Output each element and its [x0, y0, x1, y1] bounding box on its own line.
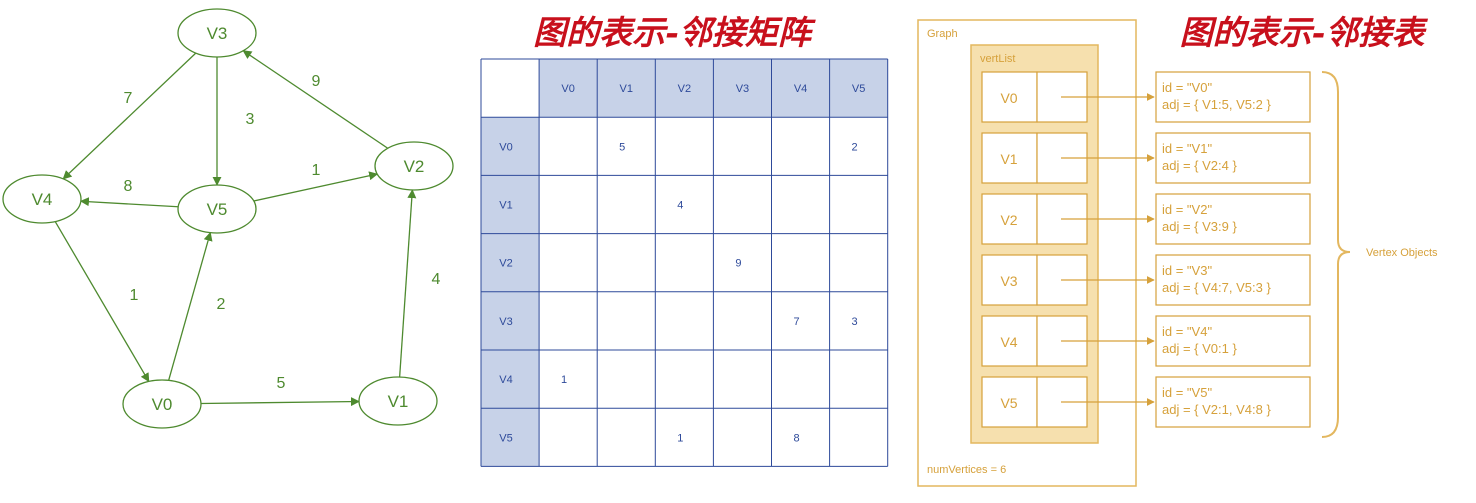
edge-v2-v3 [242, 50, 389, 149]
matrix-row-header-v1: V1 [499, 200, 512, 212]
vertlist-key-label: V5 [1000, 395, 1017, 411]
matrix-cell-r4-c0: 1 [561, 374, 567, 386]
vertex-objects-label: Vertex Objects [1366, 247, 1438, 259]
graph-node-v3: V3 [177, 8, 257, 58]
adjacency-matrix: V0 V0 V1 V1 V2 V2 V3 V3 V4 V4 V5 V5 5 2 4 9 7 3 1 1 8 [480, 58, 889, 467]
edge-v0-v1 [200, 397, 360, 407]
vertex-object-id: id = "V4" [1162, 324, 1212, 339]
edge-weight-v1-v2: 4 [432, 271, 441, 288]
matrix-col-header-v3: V3 [736, 83, 749, 95]
vertlist-key-label: V1 [1000, 151, 1017, 167]
edge-weight-v5-v4: 8 [124, 178, 133, 195]
vertex-object-id: id = "V1" [1162, 141, 1212, 156]
edge-weight-v4-v0: 1 [130, 287, 139, 304]
node-label: V2 [404, 157, 425, 176]
matrix-row-header-v0: V0 [499, 141, 512, 153]
graph-representation-diagram: 524973118 V0 V1V2V3V4V5 图的表示-邻接矩阵 V0V0V1V… [2, 8, 1438, 487]
num-vertices-label: numVertices = 6 [927, 464, 1006, 476]
matrix-cell-r5-c4: 8 [793, 432, 799, 444]
vertex-object-adj: adj = { V1:5, V5:2 } [1162, 97, 1271, 112]
node-label: V0 [152, 395, 173, 414]
graph-node-v4: V4 [2, 174, 82, 224]
edge-weight-v0-v5: 2 [217, 296, 226, 313]
vertex-entry-v0: V0 id = "V0" adj = { V1:5, V5:2 } [981, 71, 1311, 123]
vertlist-label: vertList [980, 53, 1015, 65]
matrix-col-header-v1: V1 [620, 83, 633, 95]
vertlist-key-label: V3 [1000, 273, 1017, 289]
vertex-object-adj: adj = { V0:1 } [1162, 341, 1237, 356]
edge-v3-v4 [62, 52, 197, 180]
matrix-row-header-v5: V5 [499, 432, 512, 444]
graph-box-label: Graph [927, 28, 958, 40]
node-label: V1 [388, 392, 409, 411]
vertex-object-adj: adj = { V2:1, V4:8 } [1162, 402, 1271, 417]
matrix-col-header-v0: V0 [561, 83, 574, 95]
matrix-cell-r3-c4: 7 [793, 316, 799, 328]
graph-node-v5: V5 [177, 184, 257, 234]
matrix-col-header-v5: V5 [852, 83, 865, 95]
edge-weight-v0-v1: 5 [277, 375, 286, 392]
vertlist-key-label: V4 [1000, 334, 1017, 350]
vertex-object-adj: adj = { V2:4 } [1162, 158, 1237, 173]
node-label: V3 [207, 24, 228, 43]
matrix-row-header-v3: V3 [499, 316, 512, 328]
adjlist-title: 图的表示-邻接表 [1180, 13, 1429, 52]
edge-weight-v3-v5: 3 [246, 111, 255, 128]
matrix-row-header-v2: V2 [499, 258, 512, 270]
edge-weight-v5-v2: 1 [312, 162, 321, 179]
vertex-entry-v5: V5 id = "V5" adj = { V2:1, V4:8 } [981, 376, 1311, 428]
vertex-entry-v1: V1 id = "V1" adj = { V2:4 } [981, 132, 1311, 184]
vertex-object-id: id = "V0" [1162, 80, 1212, 95]
vertex-object-adj: adj = { V4:7, V5:3 } [1162, 280, 1271, 295]
graph-node-v2: V2 [374, 141, 454, 191]
vertex-object-id: id = "V2" [1162, 202, 1212, 217]
edge-v0-v5 [168, 231, 213, 381]
node-label: V5 [207, 200, 228, 219]
matrix-cell-r5-c2: 1 [677, 432, 683, 444]
matrix-cell-r0-c1: 5 [619, 141, 625, 153]
graph-nodes: V0 V1 V2 V3 V4 V5 [2, 8, 454, 429]
matrix-title: 图的表示-邻接矩阵 [533, 13, 816, 52]
matrix-row-header-v4: V4 [499, 374, 512, 386]
vertex-object-id: id = "V5" [1162, 385, 1212, 400]
vertex-entry-v2: V2 id = "V2" adj = { V3:9 } [981, 193, 1311, 245]
matrix-cell-r1-c2: 4 [677, 200, 683, 212]
edge-v5-v4 [79, 197, 179, 208]
matrix-cell-r0-c5: 2 [852, 141, 858, 153]
node-label: V4 [32, 190, 53, 209]
matrix-col-header-v2: V2 [678, 83, 691, 95]
vertex-objects-brace [1321, 71, 1351, 438]
vertex-object-id: id = "V3" [1162, 263, 1212, 278]
directed-graph: 5 2 4 9 7 3 1 1 8 V0 V1 V2 V3 V4 V5 [2, 8, 454, 429]
graph-node-v0: V0 [122, 379, 202, 429]
adjacency-list: Graph vertList numVertices = 6 V0 id = "V… [917, 19, 1438, 487]
matrix-cell-r3-c5: 3 [852, 316, 858, 328]
edge-v1-v2 [398, 189, 417, 378]
edge-weight-v3-v4: 7 [124, 90, 133, 107]
matrix-col-header-v4: V4 [794, 83, 807, 95]
graph-node-v1: V1 [358, 376, 438, 426]
vertex-object-adj: adj = { V3:9 } [1162, 219, 1237, 234]
vertex-entry-v3: V3 id = "V3" adj = { V4:7, V5:3 } [981, 254, 1311, 306]
edge-weight-v2-v3: 9 [312, 73, 321, 90]
vertlist-key-label: V2 [1000, 212, 1017, 228]
matrix-cell-r2-c3: 9 [735, 258, 741, 270]
vertlist-key-label: V0 [1000, 90, 1017, 106]
vertex-entry-v4: V4 id = "V4" adj = { V0:1 } [981, 315, 1311, 367]
graph-edges: 5 2 4 9 7 3 1 1 8 [54, 50, 441, 407]
